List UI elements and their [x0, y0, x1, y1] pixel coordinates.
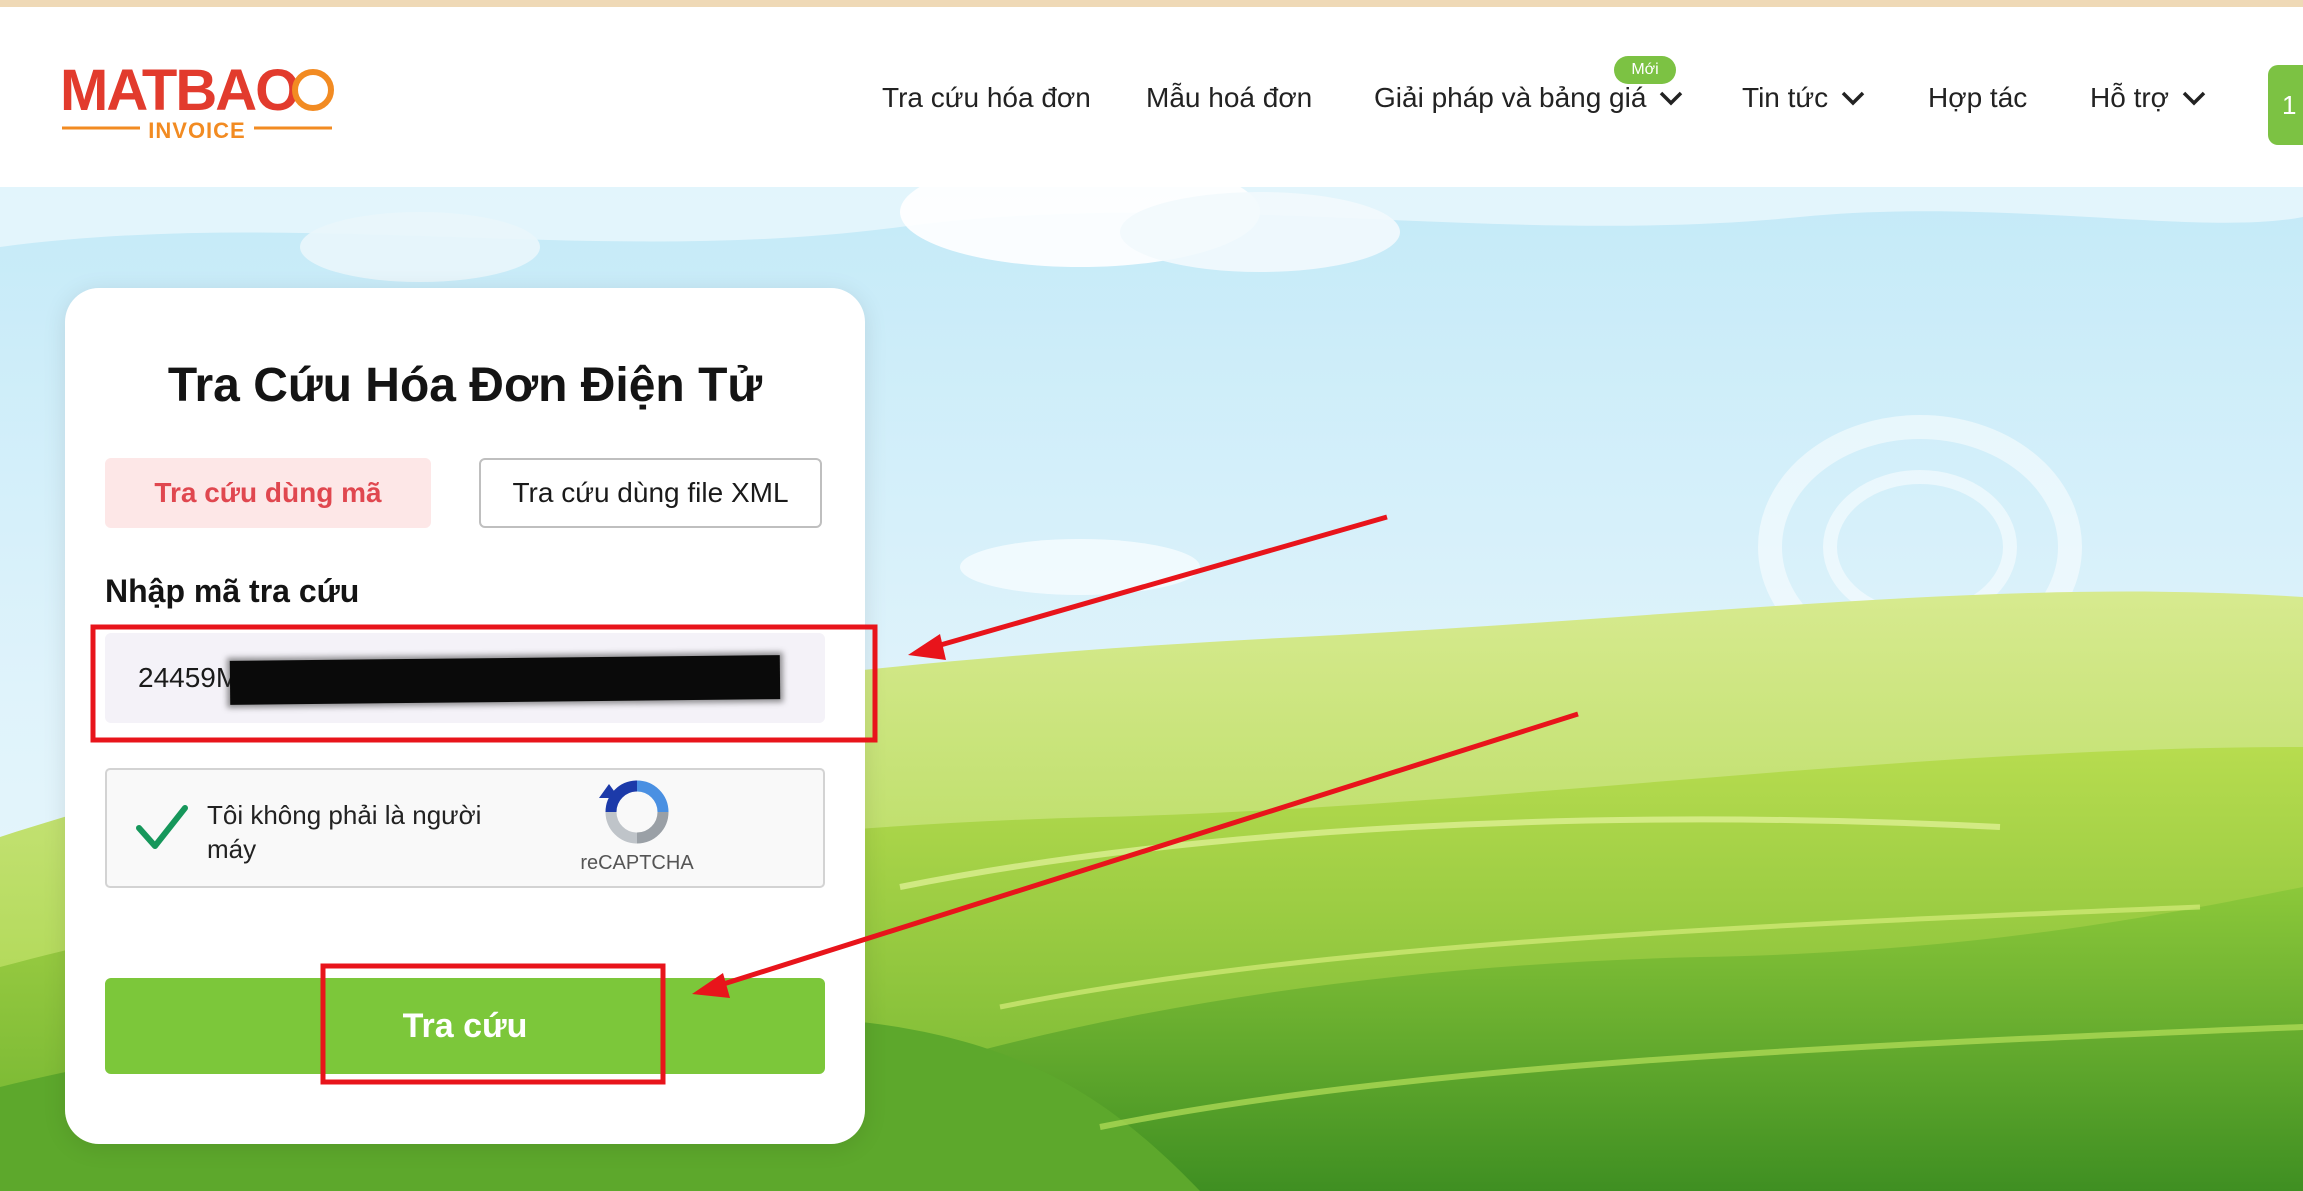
svg-text:MATBAO: MATBAO — [60, 58, 298, 123]
nav-news[interactable]: Tin tức — [1742, 82, 1868, 114]
tab-lookup-by-code[interactable]: Tra cứu dùng mã — [105, 458, 431, 528]
chevron-down-icon — [1660, 91, 1683, 106]
nav-partnership-label: Hợp tác — [1928, 82, 2028, 113]
nav-support[interactable]: Hỗ trợ — [2090, 82, 2209, 114]
site-header: MATBAO INVOICE Tra cứu hóa đơn Mẫu hoá đ… — [0, 7, 2303, 187]
nav-support-label: Hỗ trợ — [2090, 82, 2170, 113]
nav-solutions-pricing-label: Giải pháp và bảng giá — [1374, 82, 1647, 113]
lookup-code-label: Nhập mã tra cứu — [105, 573, 360, 609]
recaptcha-brand: reCAPTCHA — [580, 852, 694, 874]
recaptcha-widget: Tôi không phải là người máy reCAPTCHA — [105, 768, 825, 888]
tab-lookup-by-xml[interactable]: Tra cứu dùng file XML — [479, 458, 822, 528]
new-badge: Mới — [1614, 56, 1676, 84]
nav-invoice-templates[interactable]: Mẫu hoá đơn — [1146, 82, 1312, 114]
chevron-down-icon — [1841, 91, 1865, 106]
nav-invoice-lookup[interactable]: Tra cứu hóa đơn — [882, 82, 1091, 114]
search-submit-button[interactable]: Tra cứu — [105, 978, 825, 1074]
nav-invoice-lookup-label: Tra cứu hóa đơn — [882, 82, 1091, 113]
nav-news-label: Tin tức — [1742, 82, 1829, 113]
chevron-down-icon — [2182, 91, 2206, 106]
nav-invoice-templates-label: Mẫu hoá đơn — [1146, 82, 1313, 113]
top-strip — [0, 0, 2303, 7]
checkmark-icon[interactable] — [131, 798, 191, 858]
page-title: Tra Cứu Hóa Đơn Điện Tử — [167, 359, 763, 412]
header-cta-button[interactable]: 1 — [2268, 65, 2303, 145]
svg-text:INVOICE: INVOICE — [148, 118, 245, 143]
matbao-invoice-logo[interactable]: MATBAO INVOICE — [60, 55, 335, 150]
nav-partnership[interactable]: Hợp tác — [1928, 82, 2027, 114]
recaptcha-label: Tôi không phải là người máy — [207, 800, 482, 864]
lookup-card: Tra Cứu Hóa Đơn Điện Tử Tra cứu dùng mã … — [65, 288, 865, 1144]
redaction-mark — [229, 655, 781, 705]
nav-solutions-pricing[interactable]: Giải pháp và bảng giá — [1374, 82, 1686, 114]
recaptcha-icon — [599, 780, 669, 844]
